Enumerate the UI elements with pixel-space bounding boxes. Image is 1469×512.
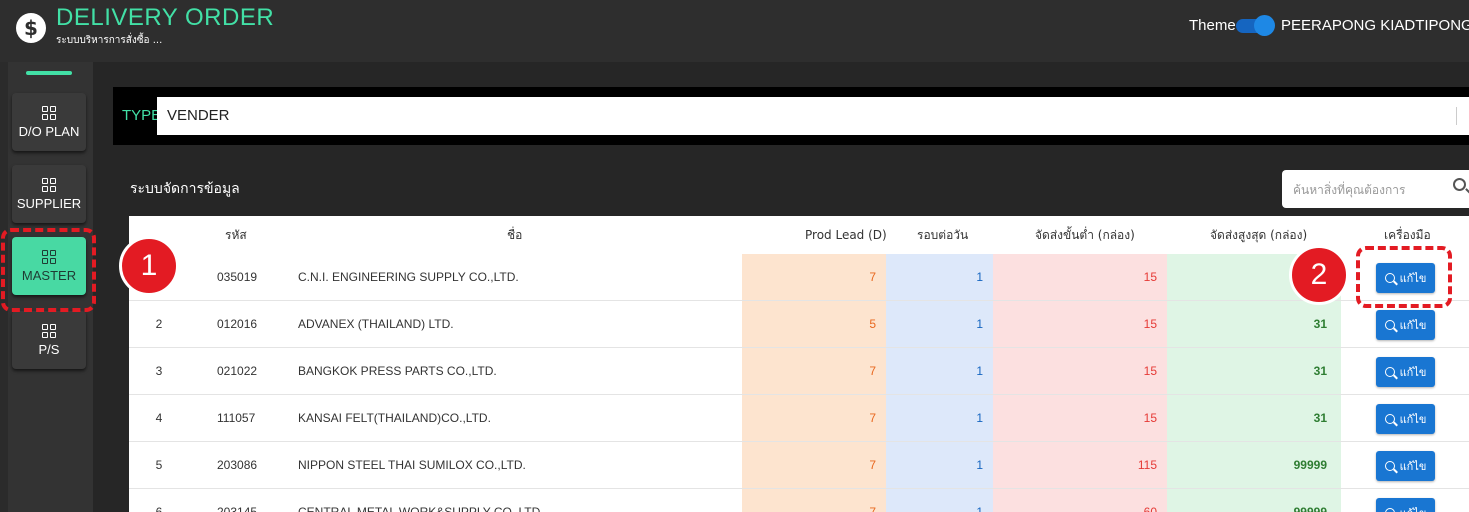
table-row: 2 012016 ADVANEX (THAILAND) LTD. 5 1 15 31 แก้ไ… bbox=[129, 301, 1469, 348]
code-cell: 203086 bbox=[217, 458, 258, 472]
search-icon bbox=[1384, 508, 1395, 512]
row-number-cell: 2 bbox=[155, 317, 163, 331]
code-cell: 111057 bbox=[217, 411, 256, 425]
prod-lead-cell: 7 bbox=[742, 442, 886, 488]
theme-label: Theme bbox=[1189, 17, 1236, 34]
row-number-cell: 4 bbox=[155, 411, 163, 425]
sidebar-item-ps[interactable]: P/S bbox=[12, 311, 86, 369]
app-title: DELIVERY ORDER bbox=[56, 4, 275, 31]
search-icon bbox=[1384, 320, 1395, 330]
table-row: 5 203086 NIPPON STEEL THAI SUMILOX CO.,LTD… bbox=[129, 442, 1469, 489]
type-select-value[interactable]: VENDER bbox=[167, 107, 230, 124]
row-number-cell: 3 bbox=[155, 364, 163, 378]
edit-button-label: แก้ไข bbox=[1400, 504, 1427, 512]
min-delivery-cell: 15 bbox=[993, 301, 1167, 347]
max-delivery-cell: 99999 bbox=[1167, 442, 1341, 488]
search-placeholder[interactable]: ค้นหาสิ่งที่คุณต้องการ bbox=[1293, 181, 1405, 200]
code-cell: 021022 bbox=[217, 364, 258, 378]
rounds-cell: 1 bbox=[886, 254, 993, 300]
edit-button[interactable]: แก้ไข bbox=[1376, 404, 1435, 434]
sidebar-item-do-plan[interactable]: D/O PLAN bbox=[12, 93, 86, 151]
grid-icon bbox=[42, 323, 56, 338]
rounds-cell: 1 bbox=[886, 395, 993, 441]
prod-lead-cell: 7 bbox=[742, 348, 886, 394]
type-label: TYPE bbox=[122, 107, 162, 124]
edit-button[interactable]: แก้ไข bbox=[1376, 357, 1435, 387]
search-icon bbox=[1384, 414, 1395, 424]
prod-lead-cell: 7 bbox=[742, 254, 886, 300]
max-delivery-cell: 31 bbox=[1167, 395, 1341, 441]
highlight-master-box bbox=[1, 228, 96, 312]
grid-icon bbox=[42, 177, 56, 192]
max-delivery-cell: 31 bbox=[1167, 348, 1341, 394]
max-delivery-cell: 99999 bbox=[1167, 489, 1341, 512]
rounds-cell: 1 bbox=[886, 301, 993, 347]
theme-toggle-knob[interactable] bbox=[1254, 15, 1275, 36]
row-number-cell: 6 bbox=[155, 505, 163, 512]
edit-button-label: แก้ไข bbox=[1399, 366, 1427, 379]
page-title: ระบบจัดการข้อมูล bbox=[130, 181, 240, 197]
column-header-rounds: รอบต่อวัน bbox=[917, 228, 969, 242]
name-cell: NIPPON STEEL THAI SUMILOX CO.,LTD. bbox=[298, 458, 526, 472]
search-icon bbox=[1384, 461, 1395, 471]
grid-icon bbox=[42, 105, 56, 120]
column-header-max-delivery: จัดส่งสูงสุด (กล่อง) bbox=[1210, 228, 1308, 242]
table-row: 6 203145 CENTRAL METAL WORK&SUPPLY CO.,LTD… bbox=[129, 489, 1469, 512]
column-header-code: รหัส bbox=[225, 228, 247, 242]
min-delivery-cell: 115 bbox=[993, 442, 1167, 488]
app-subtitle: ระบบบริหารการสั่งซื้อ ... bbox=[56, 35, 163, 46]
edit-button-label: แก้ไข bbox=[1399, 319, 1427, 332]
code-cell: 203145 bbox=[217, 505, 258, 512]
code-cell: 035019 bbox=[217, 270, 258, 284]
user-name[interactable]: PEERAPONG KIADTIPONGWIRIYA bbox=[1281, 17, 1469, 34]
edit-button-label: แก้ไข bbox=[1399, 413, 1427, 426]
sidebar-indicator bbox=[26, 71, 72, 75]
edit-button[interactable]: แก้ไข bbox=[1376, 498, 1435, 512]
edit-button-label: แก้ไข bbox=[1399, 460, 1427, 473]
rounds-cell: 1 bbox=[886, 442, 993, 488]
column-header-name: ชื่อ bbox=[507, 228, 523, 242]
highlight-edit-box bbox=[1356, 246, 1452, 308]
sidebar-item-label: SUPPLIER bbox=[16, 195, 82, 211]
column-header-min-delivery: จัดส่งขั้นต่ำ (กล่อง) bbox=[1035, 228, 1135, 242]
edit-button[interactable]: แก้ไข bbox=[1376, 451, 1435, 481]
sidebar-item-label: P/S bbox=[38, 341, 60, 357]
name-cell: BANGKOK PRESS PARTS CO.,LTD. bbox=[298, 364, 497, 378]
column-header-prod-lead: Prod Lead (D) bbox=[805, 228, 887, 242]
name-cell: C.N.I. ENGINEERING SUPPLY CO.,LTD. bbox=[298, 270, 519, 284]
table-row: 4 111057 KANSAI FELT(THAILAND)CO.,LTD. 7 1 15… bbox=[129, 395, 1469, 442]
code-cell: 012016 bbox=[217, 317, 258, 331]
step-badge-1: 1 bbox=[119, 236, 179, 296]
name-cell: KANSAI FELT(THAILAND)CO.,LTD. bbox=[298, 411, 491, 425]
min-delivery-cell: 15 bbox=[993, 348, 1167, 394]
dollar-logo-icon: $ bbox=[16, 13, 46, 43]
sidebar-item-label: D/O PLAN bbox=[18, 123, 80, 139]
rounds-cell: 1 bbox=[886, 348, 993, 394]
prod-lead-cell: 7 bbox=[742, 489, 886, 512]
sidebar-item-supplier[interactable]: SUPPLIER bbox=[12, 165, 86, 223]
name-cell: CENTRAL METAL WORK&SUPPLY CO.,LTD. bbox=[298, 505, 544, 512]
max-delivery-cell: 31 bbox=[1167, 301, 1341, 347]
prod-lead-cell: 5 bbox=[742, 301, 886, 347]
min-delivery-cell: 60 bbox=[993, 489, 1167, 512]
min-delivery-cell: 15 bbox=[993, 254, 1167, 300]
table-row: 035019 C.N.I. ENGINEERING SUPPLY CO.,LTD.… bbox=[129, 254, 1469, 301]
prod-lead-cell: 7 bbox=[742, 395, 886, 441]
type-select[interactable] bbox=[157, 97, 1469, 135]
search-icon bbox=[1384, 367, 1395, 377]
search-icon[interactable] bbox=[1453, 178, 1466, 191]
min-delivery-cell: 15 bbox=[993, 395, 1167, 441]
select-divider bbox=[1456, 107, 1457, 125]
name-cell: ADVANEX (THAILAND) LTD. bbox=[298, 317, 454, 331]
step-badge-2: 2 bbox=[1289, 245, 1349, 305]
row-number-cell: 5 bbox=[155, 458, 163, 472]
edit-button[interactable]: แก้ไข bbox=[1376, 310, 1435, 340]
rounds-cell: 1 bbox=[886, 489, 993, 512]
table-row: 3 021022 BANGKOK PRESS PARTS CO.,LTD. 7 1 15 3… bbox=[129, 348, 1469, 395]
vendor-table: รหัส ชื่อ Prod Lead (D) รอบต่อวัน จัดส่ง… bbox=[129, 216, 1469, 512]
